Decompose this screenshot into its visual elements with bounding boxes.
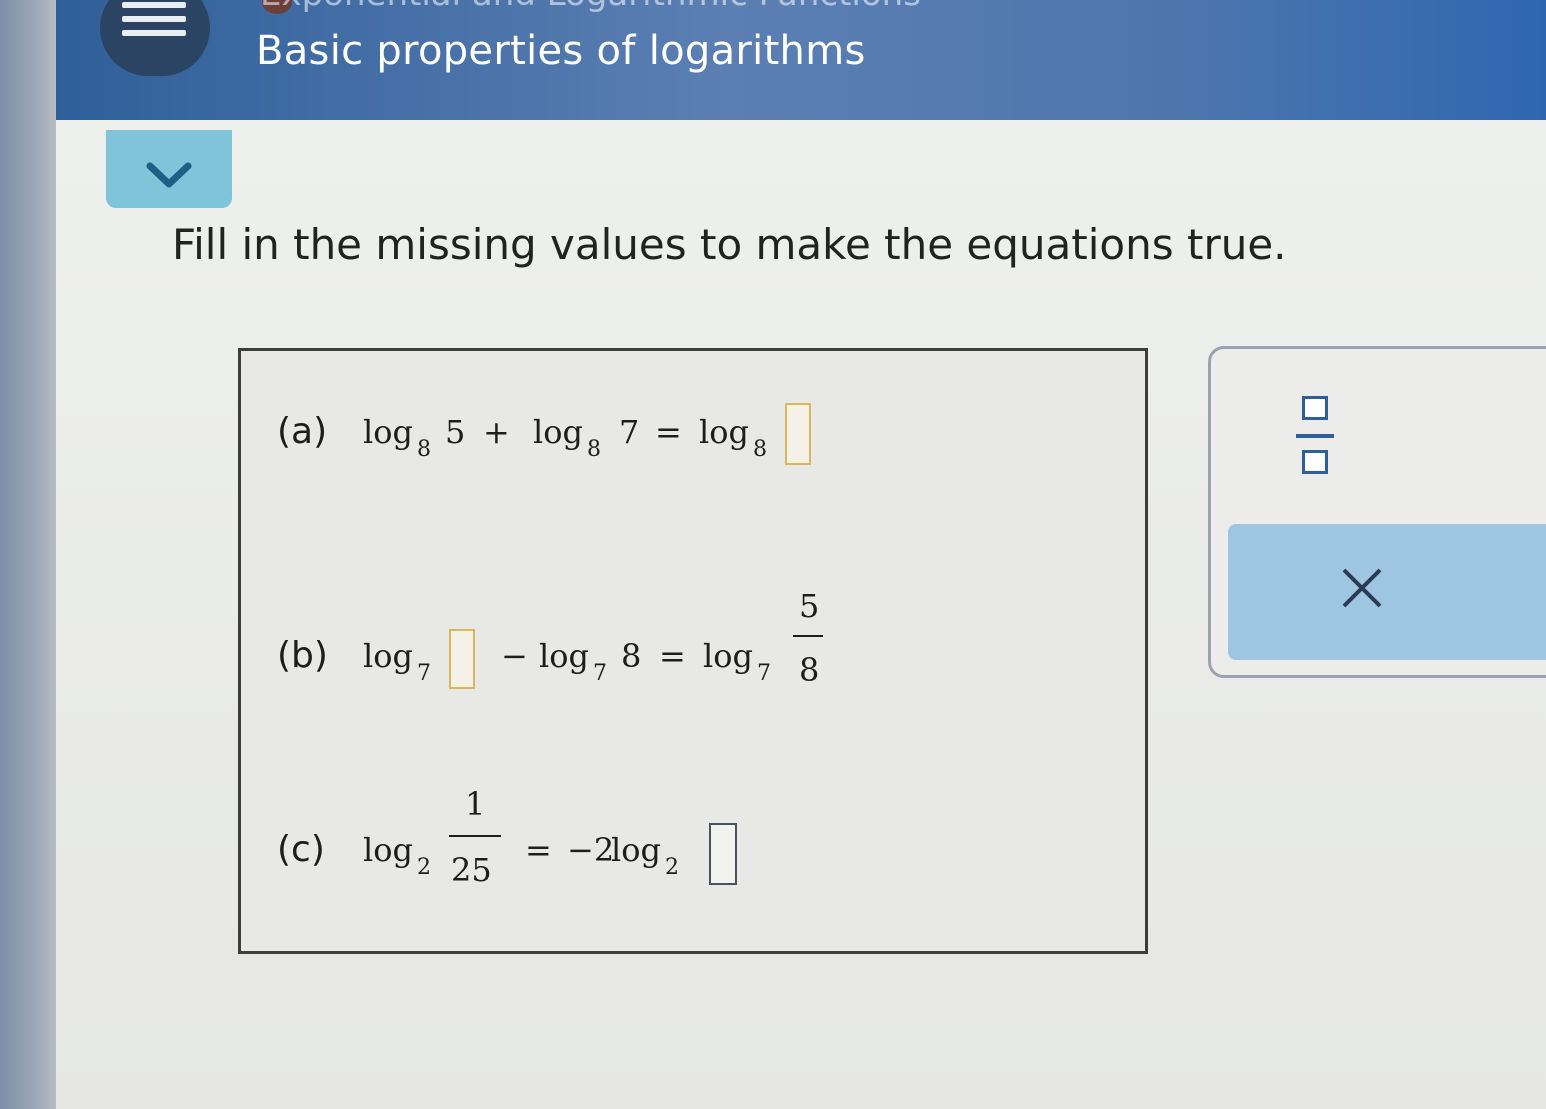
log-base: 2 bbox=[665, 855, 679, 880]
fraction-numerator: 1 bbox=[465, 785, 486, 823]
equation-label: (b) bbox=[277, 635, 328, 676]
collapse-button[interactable] bbox=[106, 130, 232, 208]
plus-sign: + bbox=[483, 413, 510, 451]
log-text: log bbox=[539, 637, 589, 675]
fraction-denominator: 25 bbox=[451, 851, 492, 889]
close-icon bbox=[1342, 568, 1382, 608]
page-title: Basic properties of logarithms bbox=[256, 28, 866, 74]
equation-label: (c) bbox=[277, 829, 325, 870]
hamburger-icon bbox=[122, 2, 186, 8]
term: 8 bbox=[621, 637, 642, 675]
fraction-bar bbox=[793, 635, 823, 637]
fraction-denominator: 8 bbox=[799, 651, 820, 689]
clear-button[interactable] bbox=[1228, 524, 1546, 660]
answer-input-c[interactable] bbox=[709, 823, 737, 885]
equals-sign: = bbox=[659, 637, 686, 675]
equation-label: (a) bbox=[277, 411, 328, 452]
equals-sign: = bbox=[655, 413, 682, 451]
left-margin bbox=[0, 0, 56, 1109]
log-text: log bbox=[363, 831, 413, 869]
fraction-icon bbox=[1302, 396, 1328, 420]
log-text: log bbox=[533, 413, 583, 451]
chevron-down-icon bbox=[146, 162, 192, 188]
equations-panel: (a) log 8 5 + log 8 7 = log 8 (b) log 7 … bbox=[238, 348, 1148, 954]
log-text: log bbox=[699, 413, 749, 451]
topic-title: Exponential and Logarithmic Functions bbox=[260, 0, 921, 14]
hamburger-icon-bar bbox=[122, 30, 186, 36]
fraction-icon-box bbox=[1302, 450, 1328, 474]
log-text: log bbox=[703, 637, 753, 675]
log-base: 8 bbox=[587, 437, 601, 462]
log-base: 7 bbox=[593, 661, 607, 686]
minus-sign: − bbox=[501, 637, 528, 675]
equals-sign: = bbox=[525, 831, 552, 869]
fraction-button[interactable] bbox=[1296, 392, 1336, 482]
answer-input-b[interactable] bbox=[449, 629, 475, 689]
hamburger-icon-bar bbox=[122, 16, 186, 22]
log-base: 2 bbox=[417, 855, 431, 880]
fraction-bar bbox=[449, 835, 501, 837]
log-base: 8 bbox=[753, 437, 767, 462]
coefficient: −2 bbox=[567, 831, 615, 869]
log-text: log bbox=[363, 413, 413, 451]
fraction-icon-bar bbox=[1296, 434, 1334, 438]
log-base: 7 bbox=[417, 661, 431, 686]
term: 5 bbox=[445, 413, 466, 451]
fraction-numerator: 5 bbox=[799, 587, 820, 625]
answer-input-a[interactable] bbox=[785, 403, 811, 465]
log-text: log bbox=[363, 637, 413, 675]
log-text: log bbox=[611, 831, 661, 869]
log-base: 8 bbox=[417, 437, 431, 462]
term: 7 bbox=[619, 413, 640, 451]
instruction-text: Fill in the missing values to make the e… bbox=[172, 220, 1287, 269]
log-base: 7 bbox=[757, 661, 771, 686]
